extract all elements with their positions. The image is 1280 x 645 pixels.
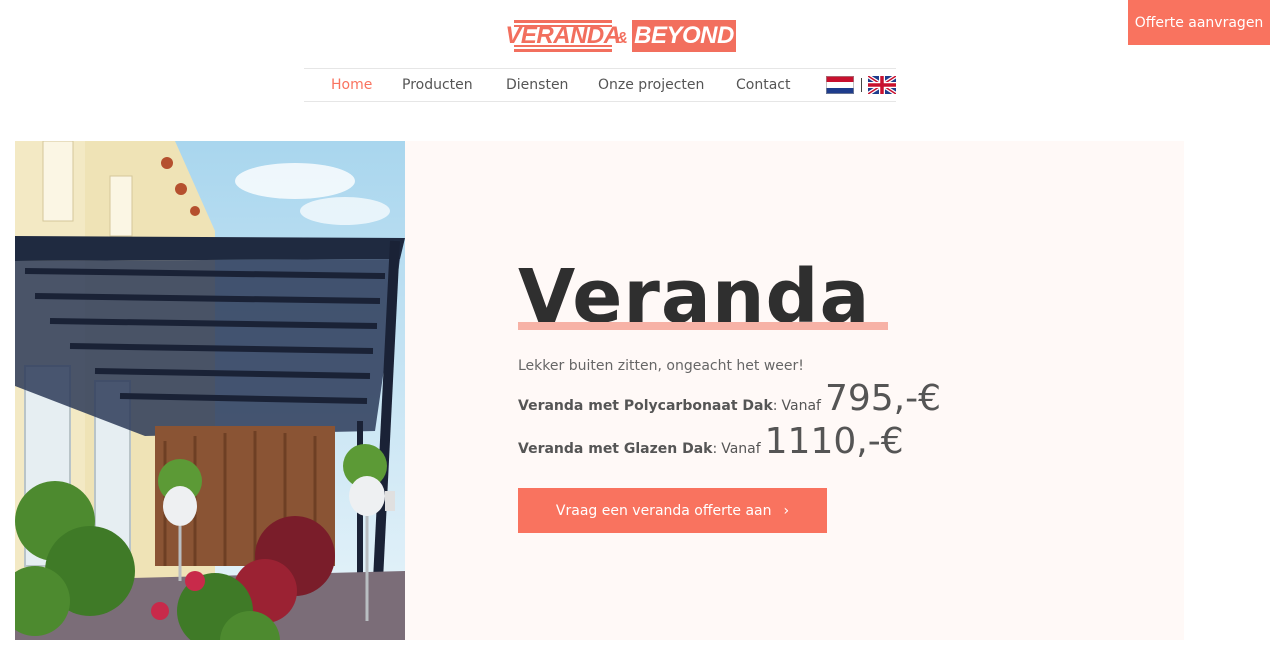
main-nav: Home Producten Diensten Onze projecten C… [304, 68, 896, 102]
price-name: Veranda met Polycarbonaat Dak [518, 398, 773, 414]
price-amount: 795,-€ [824, 378, 942, 419]
price-prefix: Vanaf [781, 398, 821, 414]
nav-item-home[interactable]: Home [331, 77, 372, 93]
price-separator: : [712, 441, 718, 457]
flag-divider [861, 78, 862, 92]
logo-text-veranda: VERANDA [505, 20, 621, 52]
price-glazen: Veranda met Glazen Dak : Vanaf 1110,-€ [518, 421, 904, 462]
nav-item-contact[interactable]: Contact [736, 77, 790, 93]
nav-item-onze-projecten[interactable]: Onze projecten [598, 77, 704, 93]
site-logo[interactable]: VERANDA & BEYOND [505, 19, 736, 53]
price-amount: 1110,-€ [764, 421, 904, 462]
veranda-photo [15, 141, 405, 640]
netherlands-flag-icon[interactable] [826, 76, 854, 94]
price-polycarbonaat: Veranda met Polycarbonaat Dak : Vanaf 79… [518, 378, 941, 419]
veranda-quote-button[interactable]: Vraag een veranda offerte aan › [518, 488, 827, 533]
logo-text-beyond: BEYOND [632, 20, 736, 52]
price-separator: : [772, 398, 778, 414]
hero-tagline: Lekker buiten zitten, ongeacht het weer! [518, 358, 804, 374]
cta-label: Vraag een veranda offerte aan [555, 502, 772, 519]
uk-flag-icon[interactable] [868, 76, 896, 94]
price-prefix: Vanaf [721, 441, 761, 457]
chevron-right-icon: › [783, 502, 790, 519]
request-quote-button[interactable]: Offerte aanvragen [1128, 0, 1270, 45]
price-name: Veranda met Glazen Dak [518, 441, 713, 457]
title-underline [518, 322, 888, 330]
nav-item-producten[interactable]: Producten [402, 77, 473, 93]
language-switcher [826, 76, 896, 94]
nav-item-diensten[interactable]: Diensten [506, 77, 568, 93]
